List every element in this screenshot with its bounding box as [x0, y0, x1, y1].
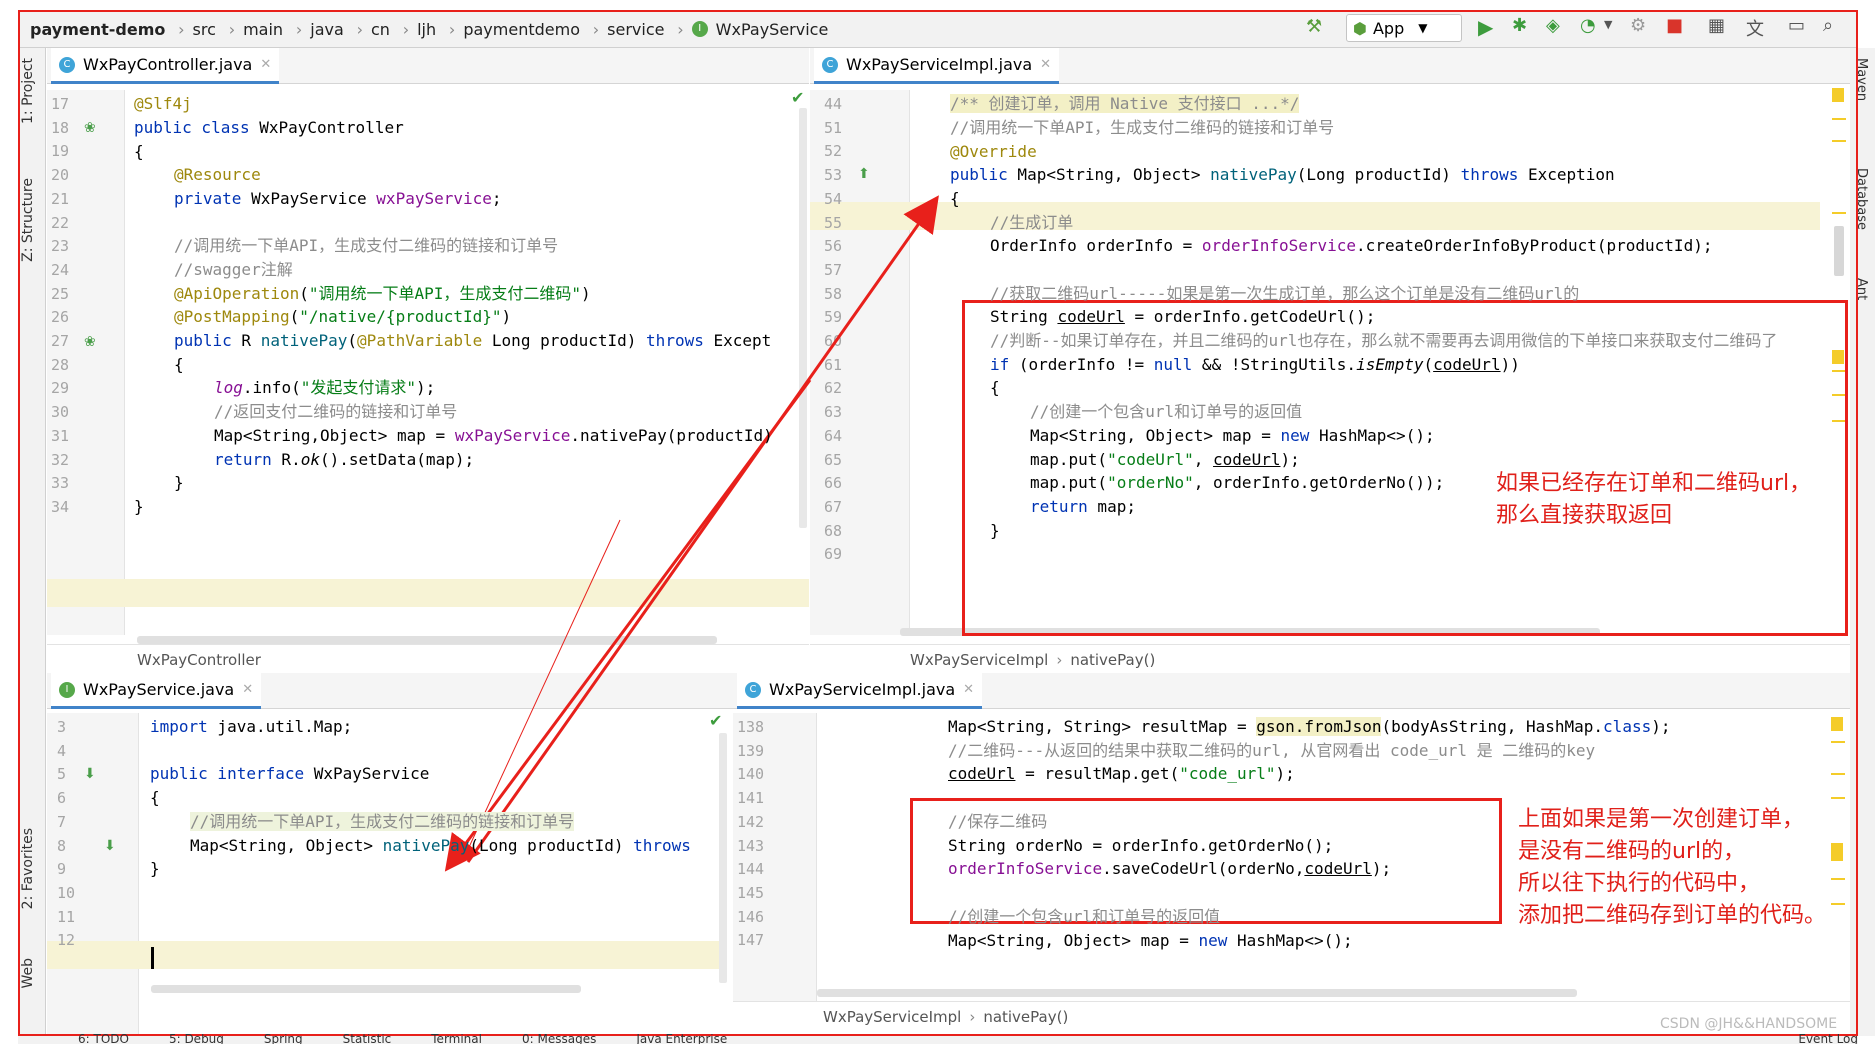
code-line[interactable]: }	[990, 517, 1000, 545]
code-line[interactable]: codeUrl = resultMap.get("code_url");	[948, 760, 1295, 788]
code-line[interactable]: if (orderInfo != null && !StringUtils.is…	[990, 351, 1520, 379]
terminal-tool-tab[interactable]: Terminal	[431, 1034, 482, 1044]
statistic-tool-tab[interactable]: Statistic	[343, 1034, 392, 1044]
code-line[interactable]: public class WxPayController	[134, 114, 404, 142]
bean-icon[interactable]: ❀	[84, 120, 96, 136]
code-line[interactable]: }	[134, 493, 144, 521]
code-line[interactable]: Map<String, Object> nativePay(Long produ…	[190, 832, 691, 860]
watermark: CSDN @JH&&HANDSOME	[1660, 1016, 1838, 1032]
code-line[interactable]: public R nativePay(@PathVariable Long pr…	[174, 327, 771, 355]
code-line[interactable]: private WxPayService wxPayService;	[174, 185, 502, 213]
code-line[interactable]: OrderInfo orderInfo = orderInfoService.c…	[990, 232, 1712, 260]
arrow-overlay	[444, 195, 939, 872]
bottom-tool-bar: 6: TODO 5: Debug Spring Statistic Termin…	[18, 1034, 1858, 1044]
code-line[interactable]: {	[990, 374, 1000, 402]
code-line[interactable]: return map;	[1030, 493, 1136, 521]
code-line[interactable]: return R.ok().setData(map);	[214, 446, 474, 474]
todo-tool-tab[interactable]: 6: TODO	[78, 1034, 129, 1044]
code-line[interactable]: public interface WxPayService	[150, 760, 429, 788]
code-line[interactable]: }	[150, 855, 160, 883]
code-line[interactable]: {	[174, 351, 184, 379]
event-log-tool-tab[interactable]: Event Log	[1798, 1034, 1858, 1044]
code-line[interactable]: public Map<String, Object> nativePay(Lon…	[950, 161, 1615, 189]
debug-tool-tab[interactable]: 5: Debug	[169, 1034, 224, 1044]
code-line[interactable]: {	[150, 784, 160, 812]
java-enterprise-tool-tab[interactable]: Java Enterprise	[636, 1034, 727, 1044]
code-line[interactable]: {	[134, 138, 144, 166]
code-line[interactable]: orderInfoService.saveCodeUrl(orderNo,cod…	[948, 855, 1391, 883]
implemented-icon[interactable]: ⬇	[84, 766, 96, 782]
code-line[interactable]: Map<String, Object> map = new HashMap<>(…	[948, 927, 1353, 955]
spring-tool-tab[interactable]: Spring	[264, 1034, 303, 1044]
bean-icon[interactable]: ❀	[84, 334, 96, 350]
arrow-to-interface	[444, 379, 812, 872]
implement-icon[interactable]: ⬆	[858, 166, 870, 182]
messages-tool-tab[interactable]: 0: Messages	[522, 1034, 596, 1044]
code-line[interactable]: {	[950, 185, 960, 213]
code-line[interactable]: }	[174, 469, 184, 497]
code-line[interactable]: import java.util.Map;	[150, 713, 352, 741]
implemented-icon[interactable]: ⬇	[104, 838, 116, 854]
